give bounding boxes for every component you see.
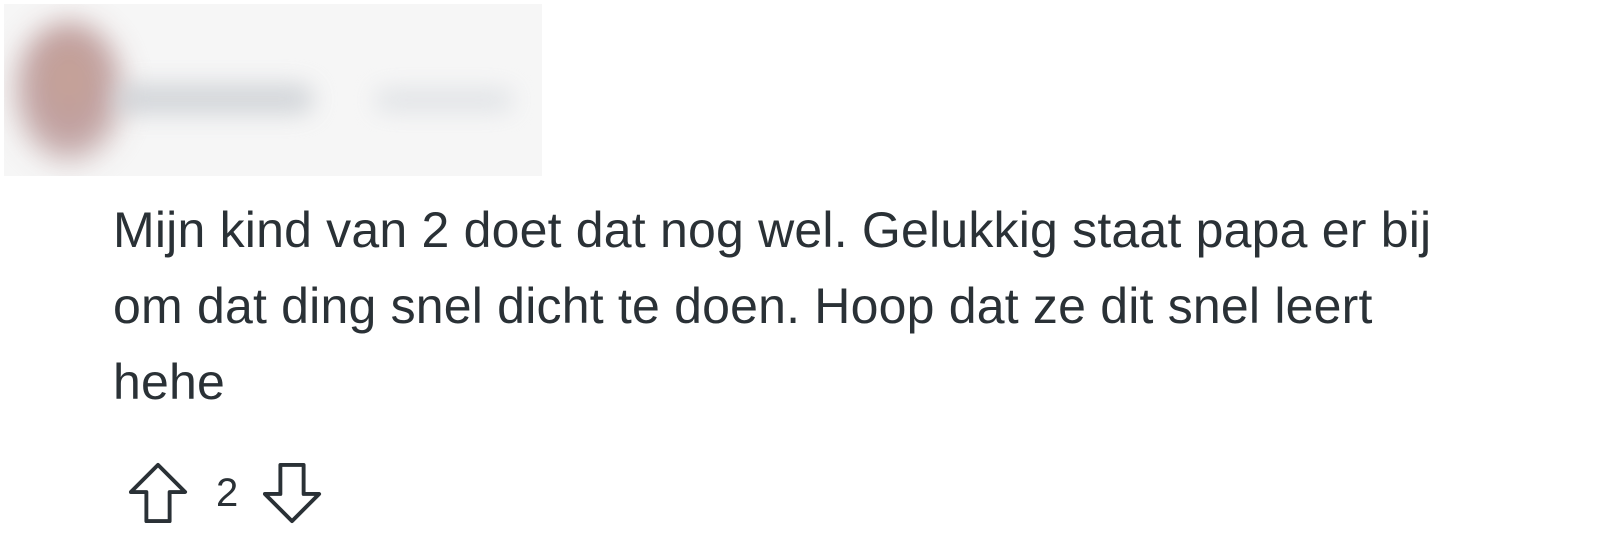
comment-body-line: om dat ding snel dicht te doen. Hoop dat…: [113, 278, 1373, 334]
upvote-button[interactable]: [126, 460, 190, 526]
vote-bar: 2: [126, 460, 324, 526]
comment-body: Mijn kind van 2 doet dat nog wel. Gelukk…: [113, 192, 1583, 420]
author-header-redacted: [4, 4, 542, 176]
avatar[interactable]: [14, 22, 124, 162]
vote-score: 2: [216, 470, 239, 515]
comment-body-line: hehe: [113, 354, 226, 410]
arrow-down-outline-icon: [263, 462, 322, 524]
comment: Mijn kind van 2 doet dat nog wel. Gelukk…: [0, 0, 1598, 542]
author-name-redacted[interactable]: [114, 84, 314, 114]
arrow-up-outline-icon: [128, 462, 188, 524]
comment-meta-redacted: [374, 88, 514, 112]
downvote-button[interactable]: [260, 460, 324, 526]
comment-body-line: Mijn kind van 2 doet dat nog wel. Gelukk…: [113, 202, 1432, 258]
